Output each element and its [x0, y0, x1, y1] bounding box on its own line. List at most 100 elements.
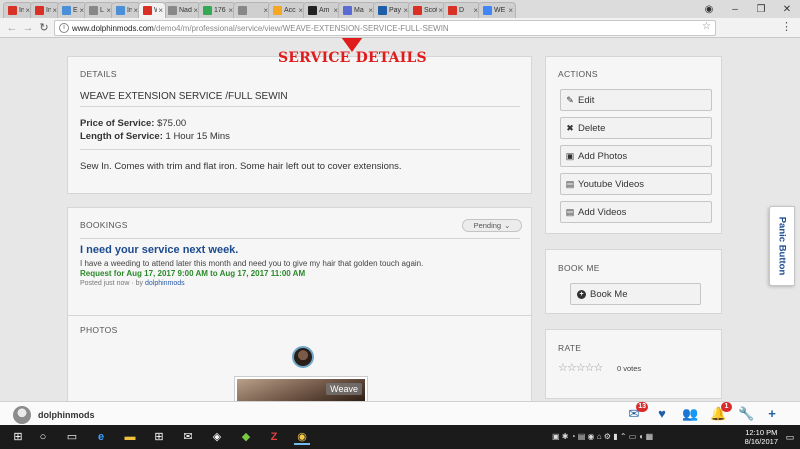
browser-tab[interactable]: WE × [478, 2, 516, 18]
browser-tab[interactable]: Am × [303, 2, 341, 18]
task-view-icon[interactable]: ▭ [64, 429, 80, 445]
link-icon [62, 6, 71, 15]
browser-menu-icon[interactable]: ⋮ [781, 20, 792, 33]
browser-tab[interactable]: Nad × [163, 2, 201, 18]
browser-tab[interactable]: W× [138, 2, 166, 18]
windows-start-icon[interactable]: ⊞ [10, 429, 26, 445]
divider [80, 106, 520, 107]
url-host: www.dolphinmods.com [72, 23, 154, 33]
chrome-icon[interactable]: ◉ [294, 429, 310, 445]
inbox-icon[interactable]: ✉ 13 [626, 402, 648, 422]
panic-button[interactable]: Panic Button [769, 206, 795, 286]
avatar[interactable] [13, 406, 31, 424]
reload-button[interactable]: ↻ [36, 21, 52, 34]
page-content: SERVICE DETAILS DETAILS WEAVE EXTENSION … [0, 38, 800, 401]
delete-button[interactable]: ✖ Delete [560, 117, 712, 139]
users-icon[interactable]: 👥 [682, 406, 698, 422]
bell-icon[interactable]: 🔔 1 [710, 402, 732, 422]
tab-title: Pay [389, 7, 402, 14]
actions-panel: ACTIONS ✎ Edit ✖ Delete ▣ Add Photos ▤ Youtu… [545, 56, 722, 234]
url-input[interactable]: i www.dolphinmods.com/demo4/m/profession… [54, 20, 716, 36]
filezilla-icon[interactable]: Z [266, 429, 282, 445]
store-icon[interactable]: ⊞ [151, 429, 167, 445]
bookmark-star-icon[interactable]: ☆ [702, 21, 711, 32]
photos-panel: PHOTOS Weave [67, 315, 532, 401]
scot-icon [413, 6, 422, 15]
chevron-down-icon: ⌄ [504, 221, 511, 230]
wrench-icon[interactable]: 🔧 [738, 406, 754, 422]
add-photos-button[interactable]: ▣ Add Photos [560, 145, 712, 167]
youtube-videos-label: Youtube Videos [578, 178, 645, 190]
app-icon[interactable]: ◆ [238, 429, 254, 445]
browser-tab[interactable]: Ma × [338, 2, 376, 18]
youtube-videos-button[interactable]: ▤ Youtube Videos [560, 173, 712, 195]
heart-icon[interactable]: ♥ [654, 406, 670, 422]
length-label: Length of Service: [80, 131, 163, 142]
edit-icon: ✎ [566, 94, 574, 105]
restore-button[interactable]: ❐ [748, 4, 774, 15]
photo-image: Weave [237, 379, 365, 401]
browser-tab[interactable]: L × [84, 2, 114, 18]
panic-button-label: Panic Button [776, 216, 788, 276]
browser-tab[interactable]: In × [3, 2, 33, 18]
browser-tab[interactable]: Acc × [268, 2, 306, 18]
status-filter-dropdown[interactable]: Pending ⌄ [462, 219, 522, 232]
browser-tab[interactable]: × [233, 2, 271, 18]
system-clock[interactable]: 12:10 PM 8/16/2017 [745, 428, 778, 446]
paypal-icon [378, 6, 387, 15]
tab-title: E [73, 7, 78, 14]
profile-icon[interactable]: ◉ [696, 4, 722, 15]
add-videos-button[interactable]: ▤ Add Videos [560, 201, 712, 223]
tab-title: In [19, 7, 25, 14]
close-tab-icon[interactable]: × [508, 6, 513, 15]
youtube-icon [448, 6, 457, 15]
close-tab-icon[interactable]: × [158, 6, 163, 15]
photo-thumbnail[interactable]: Weave [234, 376, 368, 401]
forward-button[interactable]: → [20, 22, 36, 34]
add-photos-label: Add Photos [578, 150, 628, 162]
annotation-title: SERVICE DETAILS [278, 50, 427, 66]
gmail-icon [8, 6, 17, 15]
os-taskbar: ⊞ ○ ▭ e ▬ ⊞ ✉ ◈ ◆ Z ◉ ▣ ✱ ◔ ▤ ◉ ⌂ ⚙ ▮ ⌃ … [0, 425, 800, 449]
rate-panel: RATE ☆☆☆☆☆ 0 votes [545, 329, 722, 399]
browser-tab[interactable]: E × [57, 2, 87, 18]
back-button[interactable]: ← [4, 22, 20, 34]
file-explorer-icon[interactable]: ▬ [122, 429, 138, 445]
close-window-button[interactable]: ✕ [774, 4, 800, 15]
address-bar: ← → ↻ i www.dolphinmods.com/demo4/m/prof… [0, 18, 800, 38]
booking-title[interactable]: I need your service next week. [80, 244, 238, 256]
rate-heading: RATE [558, 343, 582, 353]
minimize-button[interactable]: – [722, 4, 748, 15]
browser-tab[interactable]: In × [30, 2, 60, 18]
browser-tab[interactable]: D × [443, 2, 481, 18]
star-rating-input[interactable]: ☆☆☆☆☆ [558, 361, 603, 374]
plus-icon[interactable]: + [764, 406, 780, 422]
doc-icon [89, 6, 98, 15]
tray-icons[interactable]: ▣ ✱ ◔ ▤ ◉ ⌂ ⚙ ▮ ⌃ ▭ ◖ ▦ [552, 432, 653, 441]
book-me-button[interactable]: + Book Me [570, 283, 701, 305]
book-me-heading: BOOK ME [558, 263, 600, 273]
mail-app-icon[interactable]: ✉ [180, 429, 196, 445]
username[interactable]: dolphinmods [38, 410, 95, 420]
browser-tab[interactable]: Pay × [373, 2, 411, 18]
posted-by-link[interactable]: dolphinmods [145, 280, 185, 287]
url-path: /demo4/m/professional/service/view/WEAVE… [153, 23, 449, 33]
info-icon[interactable]: i [59, 23, 69, 33]
action-center-icon[interactable]: ▭ [782, 429, 798, 445]
plus-circle-icon: + [577, 289, 586, 299]
globe-icon [168, 6, 177, 15]
photo-caption: Weave [326, 383, 362, 395]
edit-button[interactable]: ✎ Edit [560, 89, 712, 111]
search-circle-icon[interactable]: ○ [35, 429, 51, 445]
browser-tab[interactable]: 176 × [198, 2, 236, 18]
edge-browser-icon[interactable]: e [93, 429, 109, 445]
browser-tab[interactable]: In × [111, 2, 141, 18]
length-value: 1 Hour 15 Mins [165, 131, 230, 142]
tab-title: Am [319, 7, 330, 14]
app-icon[interactable]: ◈ [209, 429, 225, 445]
edit-label: Edit [578, 94, 595, 106]
browser-tab[interactable]: Scot × [408, 2, 446, 18]
clock-time: 12:10 PM [745, 428, 778, 437]
service-name: WEAVE EXTENSION SERVICE /FULL SEWIN [80, 91, 288, 102]
photos-heading: PHOTOS [80, 325, 118, 335]
